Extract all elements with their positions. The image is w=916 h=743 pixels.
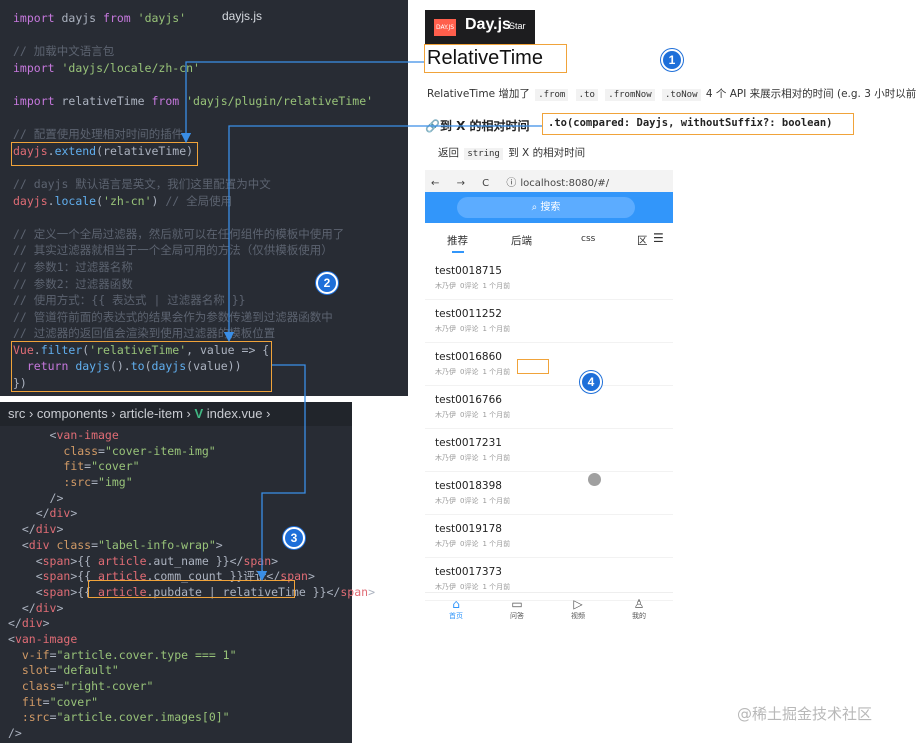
step-badge-4: 4: [580, 371, 602, 393]
watermark: @稀土掘金技术社区: [737, 705, 873, 723]
step-badge-2: 2: [316, 272, 338, 294]
step-badge-3: 3: [283, 527, 305, 549]
connector-arrows: [180, 61, 542, 582]
arrow-2: [223, 125, 542, 343]
step-badge-1: 1: [661, 49, 683, 71]
